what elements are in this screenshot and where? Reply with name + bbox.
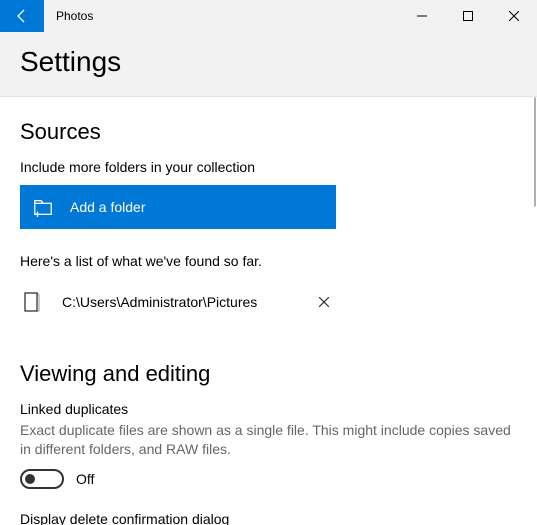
close-icon [509,11,519,21]
linked-duplicates-desc: Exact duplicate files are shown as a sin… [20,421,511,459]
back-button[interactable] [0,0,44,32]
titlebar: Photos [0,0,537,32]
window-controls [399,0,537,32]
delete-confirm-label: Display delete confirmation dialog [20,511,511,525]
add-folder-icon [32,196,54,218]
minimize-button[interactable] [399,0,445,32]
arrow-left-icon [14,8,30,24]
minimize-icon [417,11,427,21]
add-folder-label: Add a folder [70,199,146,215]
folder-path: C:\Users\Administrator\Pictures [62,294,292,310]
viewing-title: Viewing and editing [20,361,511,387]
toggle-knob [25,474,35,484]
maximize-icon [463,11,473,21]
remove-folder-button[interactable] [310,288,338,316]
app-title: Photos [44,0,399,32]
content-wrap: Sources Include more folders in your col… [0,97,537,525]
linked-duplicates-toggle-row: Off [20,469,511,489]
sources-include-text: Include more folders in your collection [20,159,511,175]
folder-icon [23,291,41,313]
maximize-button[interactable] [445,0,491,32]
page-title: Settings [20,46,517,78]
scrollbar[interactable] [531,97,537,525]
linked-duplicates-toggle[interactable] [20,469,64,489]
close-button[interactable] [491,0,537,32]
add-folder-button[interactable]: Add a folder [20,185,336,229]
x-icon [319,297,329,307]
linked-duplicates-label: Linked duplicates [20,401,511,417]
folder-row: C:\Users\Administrator\Pictures [20,283,511,321]
linked-duplicates-state: Off [76,471,94,487]
sources-title: Sources [20,119,511,145]
found-so-far-text: Here's a list of what we've found so far… [20,253,511,269]
scrollbar-thumb[interactable] [534,97,536,207]
folder-icon-wrap [20,291,44,313]
page-header: Settings [0,32,537,97]
content: Sources Include more folders in your col… [0,97,531,525]
